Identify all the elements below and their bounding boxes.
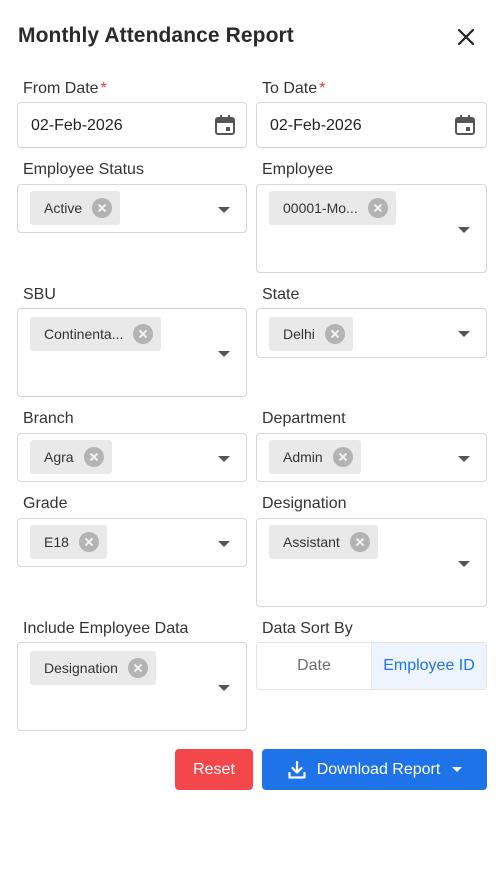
sbu-select[interactable]: Continenta... bbox=[17, 308, 247, 397]
remove-circle-icon[interactable] bbox=[324, 324, 345, 344]
chevron-down-icon[interactable] bbox=[218, 456, 230, 462]
designation-label: Designation bbox=[262, 495, 347, 512]
sort-toggle-group: Date Employee ID bbox=[256, 642, 487, 690]
chip-label: Agra bbox=[44, 449, 74, 465]
branch-select[interactable]: Agra bbox=[17, 433, 247, 482]
chevron-down-icon[interactable] bbox=[458, 331, 470, 337]
chip-label: E18 bbox=[44, 534, 69, 550]
download-report-button[interactable]: Download Report bbox=[262, 749, 487, 790]
department-label: Department bbox=[262, 410, 346, 427]
calendar-icon[interactable] bbox=[454, 114, 476, 136]
chip-label: Delhi bbox=[283, 326, 315, 342]
sort-option-employee-id[interactable]: Employee ID bbox=[371, 643, 486, 689]
chevron-down-icon[interactable] bbox=[218, 685, 230, 691]
from-date-label: From Date * bbox=[23, 80, 107, 97]
include-employee-data-chip: Designation bbox=[30, 651, 156, 685]
employee-select[interactable]: 00001-Mo... bbox=[256, 184, 487, 273]
from-date-input[interactable]: 02-Feb-2026 bbox=[17, 102, 247, 148]
remove-circle-icon[interactable] bbox=[367, 198, 388, 218]
chevron-down-icon[interactable] bbox=[458, 227, 470, 233]
chevron-down-icon[interactable] bbox=[218, 207, 230, 213]
close-icon bbox=[457, 28, 475, 46]
remove-circle-icon[interactable] bbox=[349, 532, 370, 552]
to-date-value: 02-Feb-2026 bbox=[270, 117, 362, 134]
employee-status-label: Employee Status bbox=[23, 161, 144, 178]
remove-circle-icon[interactable] bbox=[92, 198, 113, 218]
employee-status-chip: Active bbox=[30, 191, 121, 225]
remove-circle-icon[interactable] bbox=[133, 324, 154, 344]
remove-circle-icon[interactable] bbox=[127, 658, 148, 678]
remove-circle-icon[interactable] bbox=[78, 532, 99, 552]
chip-label: 00001-Mo... bbox=[283, 200, 358, 216]
state-label: State bbox=[262, 286, 300, 303]
chip-label: Active bbox=[44, 200, 83, 216]
chevron-down-icon bbox=[452, 767, 463, 772]
from-date-value: 02-Feb-2026 bbox=[31, 117, 123, 134]
chevron-down-icon[interactable] bbox=[458, 561, 470, 567]
dialog-title: Monthly Attendance Report bbox=[18, 24, 294, 47]
required-marker: * bbox=[100, 80, 107, 97]
chip-label: Assistant bbox=[283, 534, 340, 550]
to-date-label: To Date * bbox=[262, 80, 326, 97]
designation-select[interactable]: Assistant bbox=[256, 518, 487, 607]
remove-circle-icon[interactable] bbox=[332, 447, 353, 467]
grade-chip: E18 bbox=[30, 525, 107, 559]
grade-select[interactable]: E18 bbox=[17, 518, 247, 567]
chevron-down-icon[interactable] bbox=[218, 541, 230, 547]
chip-label: Designation bbox=[44, 660, 118, 676]
download-report-label: Download Report bbox=[316, 760, 441, 778]
calendar-icon[interactable] bbox=[214, 114, 236, 136]
sbu-label: SBU bbox=[23, 286, 56, 303]
department-select[interactable]: Admin bbox=[256, 433, 487, 482]
employee-chip: 00001-Mo... bbox=[269, 191, 396, 225]
branch-chip: Agra bbox=[30, 440, 112, 474]
chip-label: Continenta... bbox=[44, 326, 124, 342]
to-date-input[interactable]: 02-Feb-2026 bbox=[256, 102, 487, 148]
state-chip: Delhi bbox=[269, 317, 353, 351]
include-employee-data-label: Include Employee Data bbox=[23, 620, 189, 637]
state-select[interactable]: Delhi bbox=[256, 308, 487, 358]
reset-button[interactable]: Reset bbox=[175, 749, 253, 790]
close-button[interactable] bbox=[453, 24, 479, 50]
employee-status-select[interactable]: Active bbox=[17, 184, 247, 233]
department-chip: Admin bbox=[269, 440, 361, 474]
sbu-chip: Continenta... bbox=[30, 317, 162, 351]
remove-circle-icon[interactable] bbox=[83, 447, 104, 467]
chip-label: Admin bbox=[283, 449, 323, 465]
branch-label: Branch bbox=[23, 410, 74, 427]
designation-chip: Assistant bbox=[269, 525, 378, 559]
employee-label: Employee bbox=[262, 161, 334, 178]
include-employee-data-select[interactable]: Designation bbox=[17, 642, 247, 731]
chevron-down-icon[interactable] bbox=[458, 456, 470, 462]
required-marker: * bbox=[319, 80, 326, 97]
sort-option-date[interactable]: Date bbox=[257, 643, 371, 689]
chevron-down-icon[interactable] bbox=[218, 351, 230, 357]
data-sort-by-label: Data Sort By bbox=[262, 620, 353, 637]
download-icon bbox=[288, 760, 306, 779]
grade-label: Grade bbox=[23, 495, 68, 512]
